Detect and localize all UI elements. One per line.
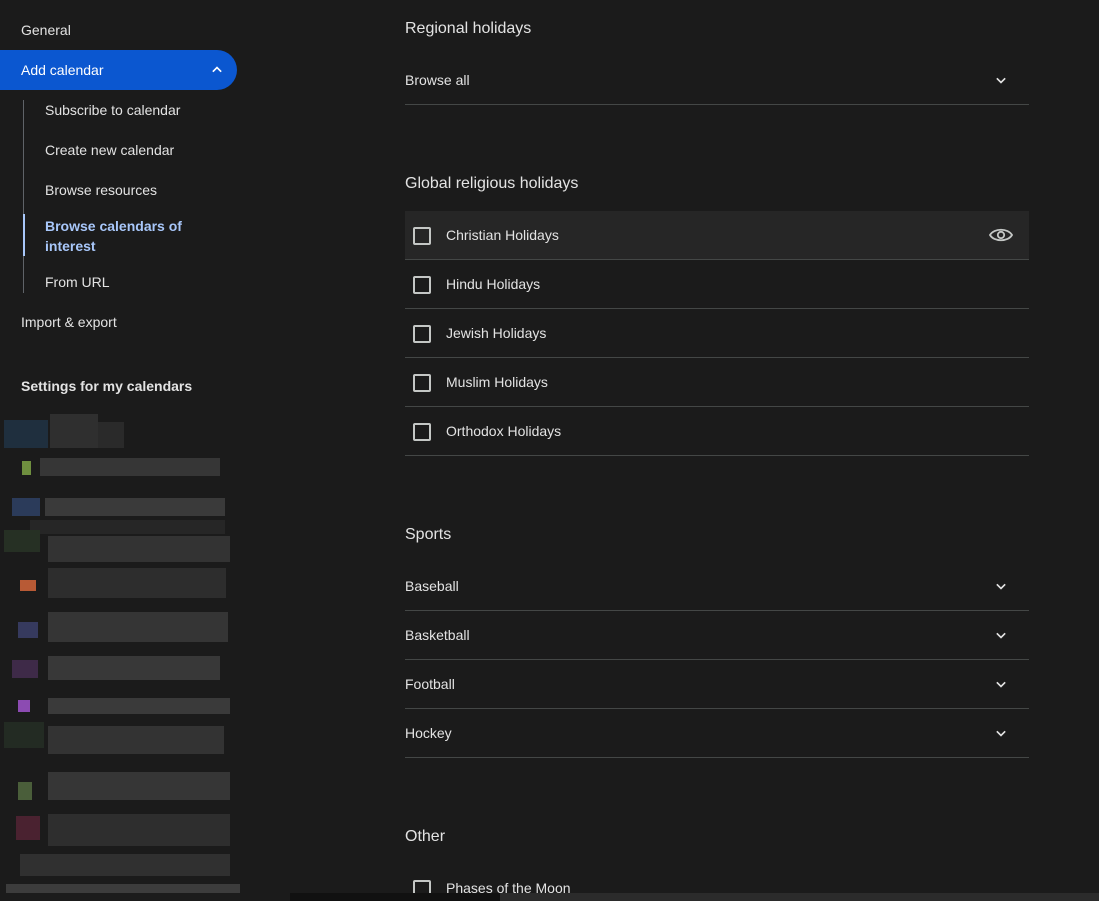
redacted-block xyxy=(18,782,32,800)
calendar-row-label: Muslim Holidays xyxy=(446,374,548,390)
calendar-row-jewish[interactable]: Jewish Holidays xyxy=(405,309,1029,358)
redacted-block xyxy=(30,520,225,534)
sport-row-baseball[interactable]: Baseball xyxy=(405,562,1029,611)
calendar-row-label: Orthodox Holidays xyxy=(446,423,562,439)
redacted-block xyxy=(50,414,98,448)
redacted-block xyxy=(20,580,36,591)
settings-page: General Add calendar Subscribe to calend… xyxy=(0,0,1099,901)
redacted-block xyxy=(12,660,38,678)
sport-row-label: Hockey xyxy=(405,725,452,741)
redacted-block xyxy=(16,816,40,840)
heading-regional-holidays: Regional holidays xyxy=(405,20,532,37)
eye-icon[interactable] xyxy=(989,225,1013,245)
calendar-row-christian[interactable]: Christian Holidays xyxy=(405,211,1029,260)
redacted-block xyxy=(48,536,230,562)
checkbox[interactable] xyxy=(413,325,431,343)
redacted-calendar-list xyxy=(0,408,240,901)
redacted-block xyxy=(22,461,31,475)
redacted-block xyxy=(98,422,124,448)
section-title-my-calendars: Settings for my calendars xyxy=(21,378,193,394)
heading-religious-holidays: Global religious holidays xyxy=(405,175,579,192)
chevron-down-icon[interactable] xyxy=(991,625,1011,645)
sport-row-label: Basketball xyxy=(405,627,470,643)
regional-browse-all-label: Browse all xyxy=(405,72,470,88)
checkbox[interactable] xyxy=(413,374,431,392)
sport-row-hockey[interactable]: Hockey xyxy=(405,709,1029,758)
chevron-down-icon[interactable] xyxy=(991,576,1011,596)
redacted-block xyxy=(20,854,230,876)
redacted-block xyxy=(48,612,228,642)
nav-add-calendar[interactable]: Add calendar xyxy=(0,50,237,90)
subnav-active-indicator xyxy=(23,214,25,256)
checkbox[interactable] xyxy=(413,276,431,294)
calendar-row-label: Christian Holidays xyxy=(446,227,559,243)
redacted-block xyxy=(4,530,40,552)
checkbox[interactable] xyxy=(413,227,431,245)
calendar-row-label: Hindu Holidays xyxy=(446,276,541,292)
sport-row-label: Football xyxy=(405,676,455,692)
chevron-down-icon[interactable] xyxy=(991,723,1011,743)
subnav-create-new[interactable]: Create new calendar xyxy=(45,140,174,160)
regional-browse-all-row[interactable]: Browse all xyxy=(405,56,1029,105)
redacted-block xyxy=(18,622,38,638)
sport-row-basketball[interactable]: Basketball xyxy=(405,611,1029,660)
heading-other: Other xyxy=(405,828,446,845)
redacted-block xyxy=(48,698,230,714)
nav-general[interactable]: General xyxy=(21,20,71,40)
chevron-down-icon[interactable] xyxy=(991,674,1011,694)
subnav-from-url[interactable]: From URL xyxy=(45,272,110,292)
redacted-block xyxy=(4,420,48,448)
overlay-segment xyxy=(500,893,1099,901)
bottom-overlay-strip xyxy=(0,893,1099,901)
redacted-block xyxy=(45,498,225,516)
subnav-browse-interest[interactable]: Browse calendars of interest xyxy=(45,216,215,256)
calendar-row-muslim[interactable]: Muslim Holidays xyxy=(405,358,1029,407)
sport-row-label: Baseball xyxy=(405,578,459,594)
chevron-up-icon[interactable] xyxy=(207,60,227,80)
calendar-row-orthodox[interactable]: Orthodox Holidays xyxy=(405,407,1029,456)
calendar-row-label: Jewish Holidays xyxy=(446,325,547,341)
redacted-block xyxy=(40,458,220,476)
nav-import-export[interactable]: Import & export xyxy=(21,312,117,332)
subnav-guide-line xyxy=(23,100,24,293)
redacted-block xyxy=(48,726,224,754)
heading-sports: Sports xyxy=(405,526,452,543)
nav-add-calendar-label: Add calendar xyxy=(21,62,104,78)
calendar-row-hindu[interactable]: Hindu Holidays xyxy=(405,260,1029,309)
redacted-block xyxy=(48,568,226,598)
redacted-block xyxy=(18,700,30,712)
redacted-block xyxy=(48,656,220,680)
overlay-segment xyxy=(290,893,500,901)
redacted-block xyxy=(4,722,44,748)
redacted-block xyxy=(48,772,230,800)
redacted-block xyxy=(12,498,40,516)
subnav-subscribe[interactable]: Subscribe to calendar xyxy=(45,100,180,120)
redacted-block xyxy=(48,814,230,846)
sport-row-football[interactable]: Football xyxy=(405,660,1029,709)
subnav-browse-resources[interactable]: Browse resources xyxy=(45,180,157,200)
chevron-down-icon[interactable] xyxy=(991,70,1011,90)
browse-calendars-panel: Regional holidays Browse all Global reli… xyxy=(405,0,1029,901)
settings-sidebar: General Add calendar Subscribe to calend… xyxy=(0,0,240,901)
checkbox[interactable] xyxy=(413,423,431,441)
